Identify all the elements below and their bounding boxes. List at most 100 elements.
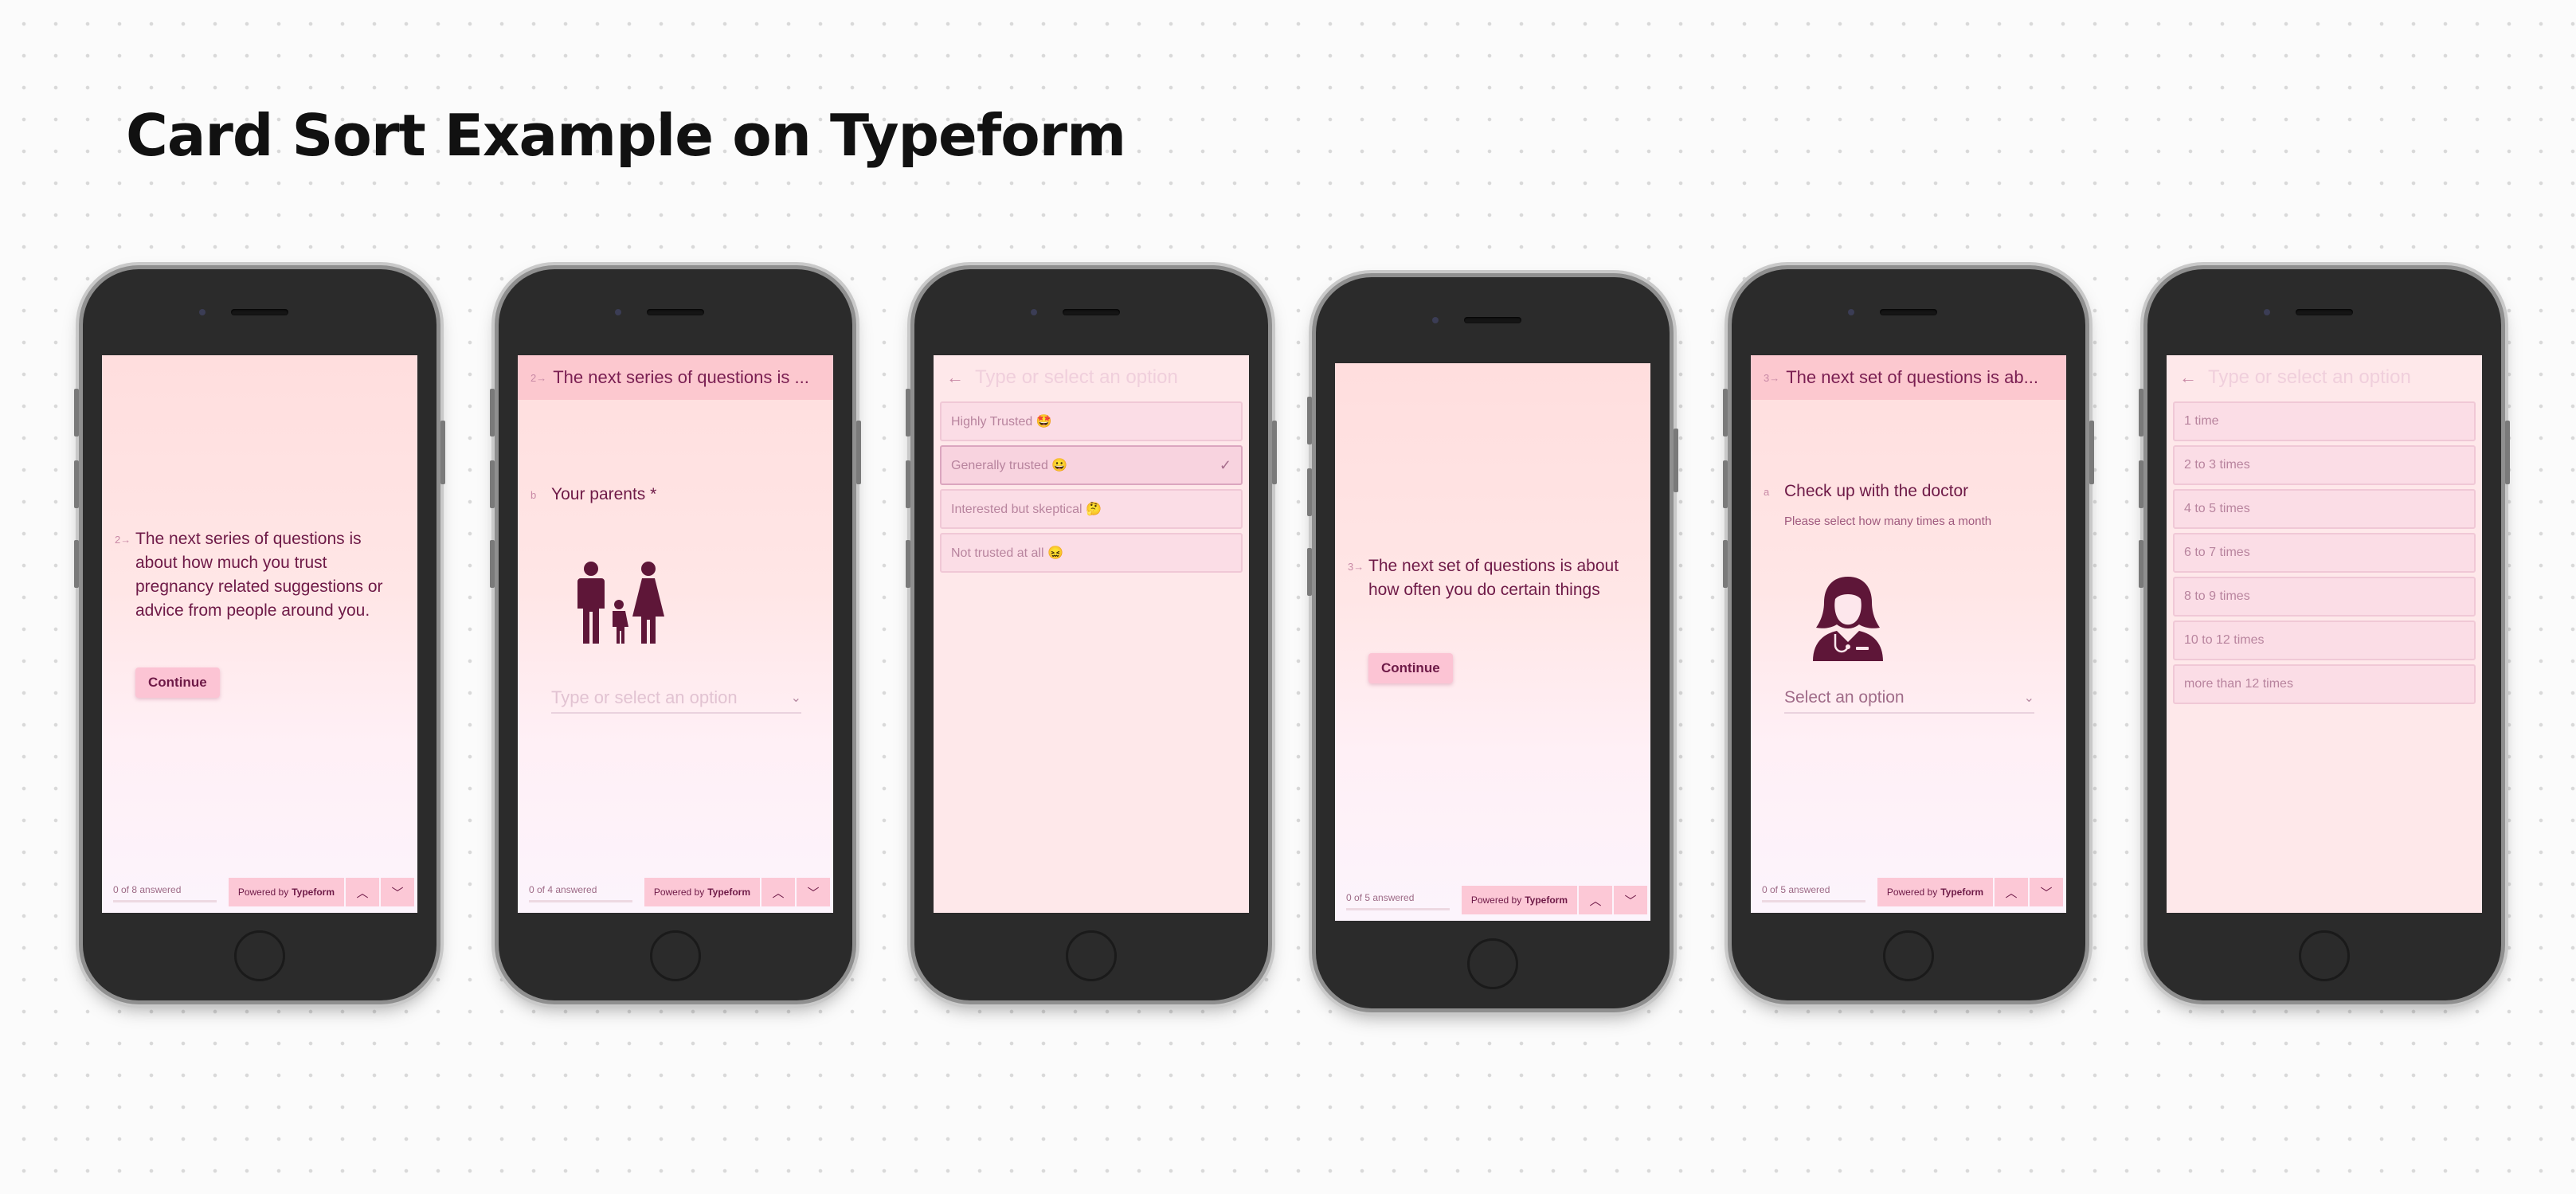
option-list: Highly Trusted 🤩 Generally trusted 😀 ✓ In…	[940, 401, 1243, 577]
chevron-down-icon[interactable]: ﹀	[797, 878, 830, 906]
front-camera	[1432, 317, 1439, 323]
chevron-up-icon[interactable]: ︿	[346, 878, 379, 906]
powered-by-label: Powered by	[653, 887, 705, 898]
continue-button[interactable]: Continue	[1368, 653, 1453, 683]
select-dropdown[interactable]: Type or select an option ⌄	[551, 683, 801, 714]
progress-bar	[529, 900, 632, 902]
chevron-down-icon[interactable]: ﹀	[381, 878, 414, 906]
question-text: Check up with the doctor	[1784, 482, 1969, 500]
option-label: Not trusted at all 😖	[951, 546, 1063, 560]
phone-mockup-5: 3→ The next set of questions is ab... a …	[1723, 269, 2094, 1000]
option-search-row: ← Type or select an option	[2167, 355, 2482, 400]
speaker-grille	[647, 309, 704, 315]
typeform-brand: Typeform	[1525, 895, 1568, 906]
question-block: b Your parents *	[530, 483, 817, 507]
question-number: a	[1764, 486, 1770, 498]
question-block: a Check up with the doctor	[1764, 480, 2050, 503]
progress-text: 0 of 5 answered	[1762, 884, 1830, 895]
phone-screen: 3→ The next set of questions is about ho…	[1335, 363, 1650, 921]
option-list: 1 time 2 to 3 times 4 to 5 times 6 to 7 …	[2173, 401, 2476, 708]
phone-screen: ← Type or select an option Highly Truste…	[934, 355, 1249, 913]
progress-bar	[1762, 900, 1865, 902]
chevron-down-icon[interactable]: ﹀	[1614, 886, 1647, 914]
header-number: 2→	[530, 371, 547, 384]
doctor-icon	[1813, 577, 1883, 661]
arrow-left-icon[interactable]: ←	[2179, 367, 2197, 388]
phone-mockup-6: ← Type or select an option 1 time 2 to 3…	[2139, 269, 2510, 1000]
select-placeholder: Type or select an option	[551, 687, 738, 707]
chevron-up-icon[interactable]: ︿	[1995, 878, 2028, 906]
chevron-down-icon: ⌄	[790, 691, 801, 705]
section-header: 2→ The next series of questions is ...	[518, 355, 833, 400]
header-number: 3→	[1764, 371, 1780, 384]
option-item[interactable]: 4 to 5 times	[2173, 489, 2476, 529]
question-block: 3→ The next set of questions is about ho…	[1348, 554, 1634, 602]
question-number: 3→	[1348, 561, 1364, 573]
option-item[interactable]: Generally trusted 😀 ✓	[940, 445, 1243, 485]
option-item[interactable]: 6 to 7 times	[2173, 533, 2476, 573]
home-button[interactable]	[650, 930, 701, 981]
arrow-left-icon[interactable]: ←	[946, 367, 964, 388]
phone-mockup-1: 2→ The next series of questions is about…	[74, 269, 445, 1000]
progress-text: 0 of 5 answered	[1346, 892, 1415, 903]
question-number: 2→	[115, 534, 131, 546]
home-button[interactable]	[1883, 930, 1934, 981]
option-item[interactable]: 1 time	[2173, 401, 2476, 441]
phone-screen: 2→ The next series of questions is ... b…	[518, 355, 833, 913]
select-dropdown[interactable]: Select an option ⌄	[1784, 683, 2034, 714]
question-text: The next set of questions is about how o…	[1368, 557, 1619, 599]
question-number: b	[530, 489, 537, 501]
home-button[interactable]	[234, 930, 285, 981]
typeform-brand: Typeform	[707, 887, 750, 898]
chevron-up-icon[interactable]: ︿	[761, 878, 795, 906]
search-placeholder[interactable]: Type or select an option	[975, 366, 1178, 389]
option-item[interactable]: Interested but skeptical 🤔	[940, 489, 1243, 529]
option-label: 6 to 7 times	[2184, 546, 2250, 559]
speaker-grille	[1464, 317, 1521, 323]
home-button[interactable]	[2299, 930, 2350, 981]
continue-button[interactable]: Continue	[135, 667, 220, 698]
option-item[interactable]: Not trusted at all 😖	[940, 533, 1243, 573]
front-camera	[615, 309, 621, 315]
option-label: 4 to 5 times	[2184, 502, 2250, 515]
phone-mockup-2: 2→ The next series of questions is ... b…	[490, 269, 861, 1000]
progress-text: 0 of 8 answered	[113, 884, 182, 895]
question-block: 2→ The next series of questions is about…	[115, 527, 401, 623]
option-label: 1 time	[2184, 414, 2219, 428]
speaker-grille	[1880, 309, 1937, 315]
question-description: Please select how many times a month	[1784, 515, 1992, 528]
front-camera	[1031, 309, 1037, 315]
option-label: 2 to 3 times	[2184, 458, 2250, 472]
search-placeholder[interactable]: Type or select an option	[2208, 366, 2411, 389]
question-text: The next series of questions is about ho…	[135, 530, 383, 620]
powered-by-badge[interactable]: Powered by Typeform	[1461, 886, 1577, 914]
home-button[interactable]	[1467, 938, 1518, 989]
phone-screen: 2→ The next series of questions is about…	[102, 355, 417, 913]
phone-mockup-3: ← Type or select an option Highly Truste…	[906, 269, 1277, 1000]
option-item[interactable]: Highly Trusted 🤩	[940, 401, 1243, 441]
powered-by-label: Powered by	[1470, 895, 1522, 906]
speaker-grille	[1063, 309, 1120, 315]
option-item[interactable]: 10 to 12 times	[2173, 620, 2476, 660]
checkmark-icon: ✓	[1219, 456, 1231, 473]
phone-screen: ← Type or select an option 1 time 2 to 3…	[2167, 355, 2482, 913]
typeform-footer: 0 of 5 answered Powered by Typeform ︿ ﹀	[1751, 868, 2066, 913]
page-title: Card Sort Example on Typeform	[126, 102, 1126, 169]
powered-by-label: Powered by	[1886, 887, 1938, 898]
typeform-brand: Typeform	[1940, 887, 1983, 898]
option-label: Interested but skeptical 🤔	[951, 503, 1102, 516]
header-text: The next set of questions is ab...	[1786, 367, 2038, 387]
home-button[interactable]	[1066, 930, 1117, 981]
chevron-down-icon[interactable]: ﹀	[2030, 878, 2063, 906]
option-item[interactable]: 2 to 3 times	[2173, 445, 2476, 485]
chevron-up-icon[interactable]: ︿	[1579, 886, 1612, 914]
option-label: 8 to 9 times	[2184, 589, 2250, 603]
option-item[interactable]: 8 to 9 times	[2173, 577, 2476, 617]
powered-by-badge[interactable]: Powered by Typeform	[644, 878, 760, 906]
powered-by-badge[interactable]: Powered by Typeform	[228, 878, 344, 906]
powered-by-badge[interactable]: Powered by Typeform	[1877, 878, 1993, 906]
progress-text: 0 of 4 answered	[529, 884, 597, 895]
powered-by-label: Powered by	[237, 887, 289, 898]
option-item[interactable]: more than 12 times	[2173, 664, 2476, 704]
front-camera	[2264, 309, 2270, 315]
